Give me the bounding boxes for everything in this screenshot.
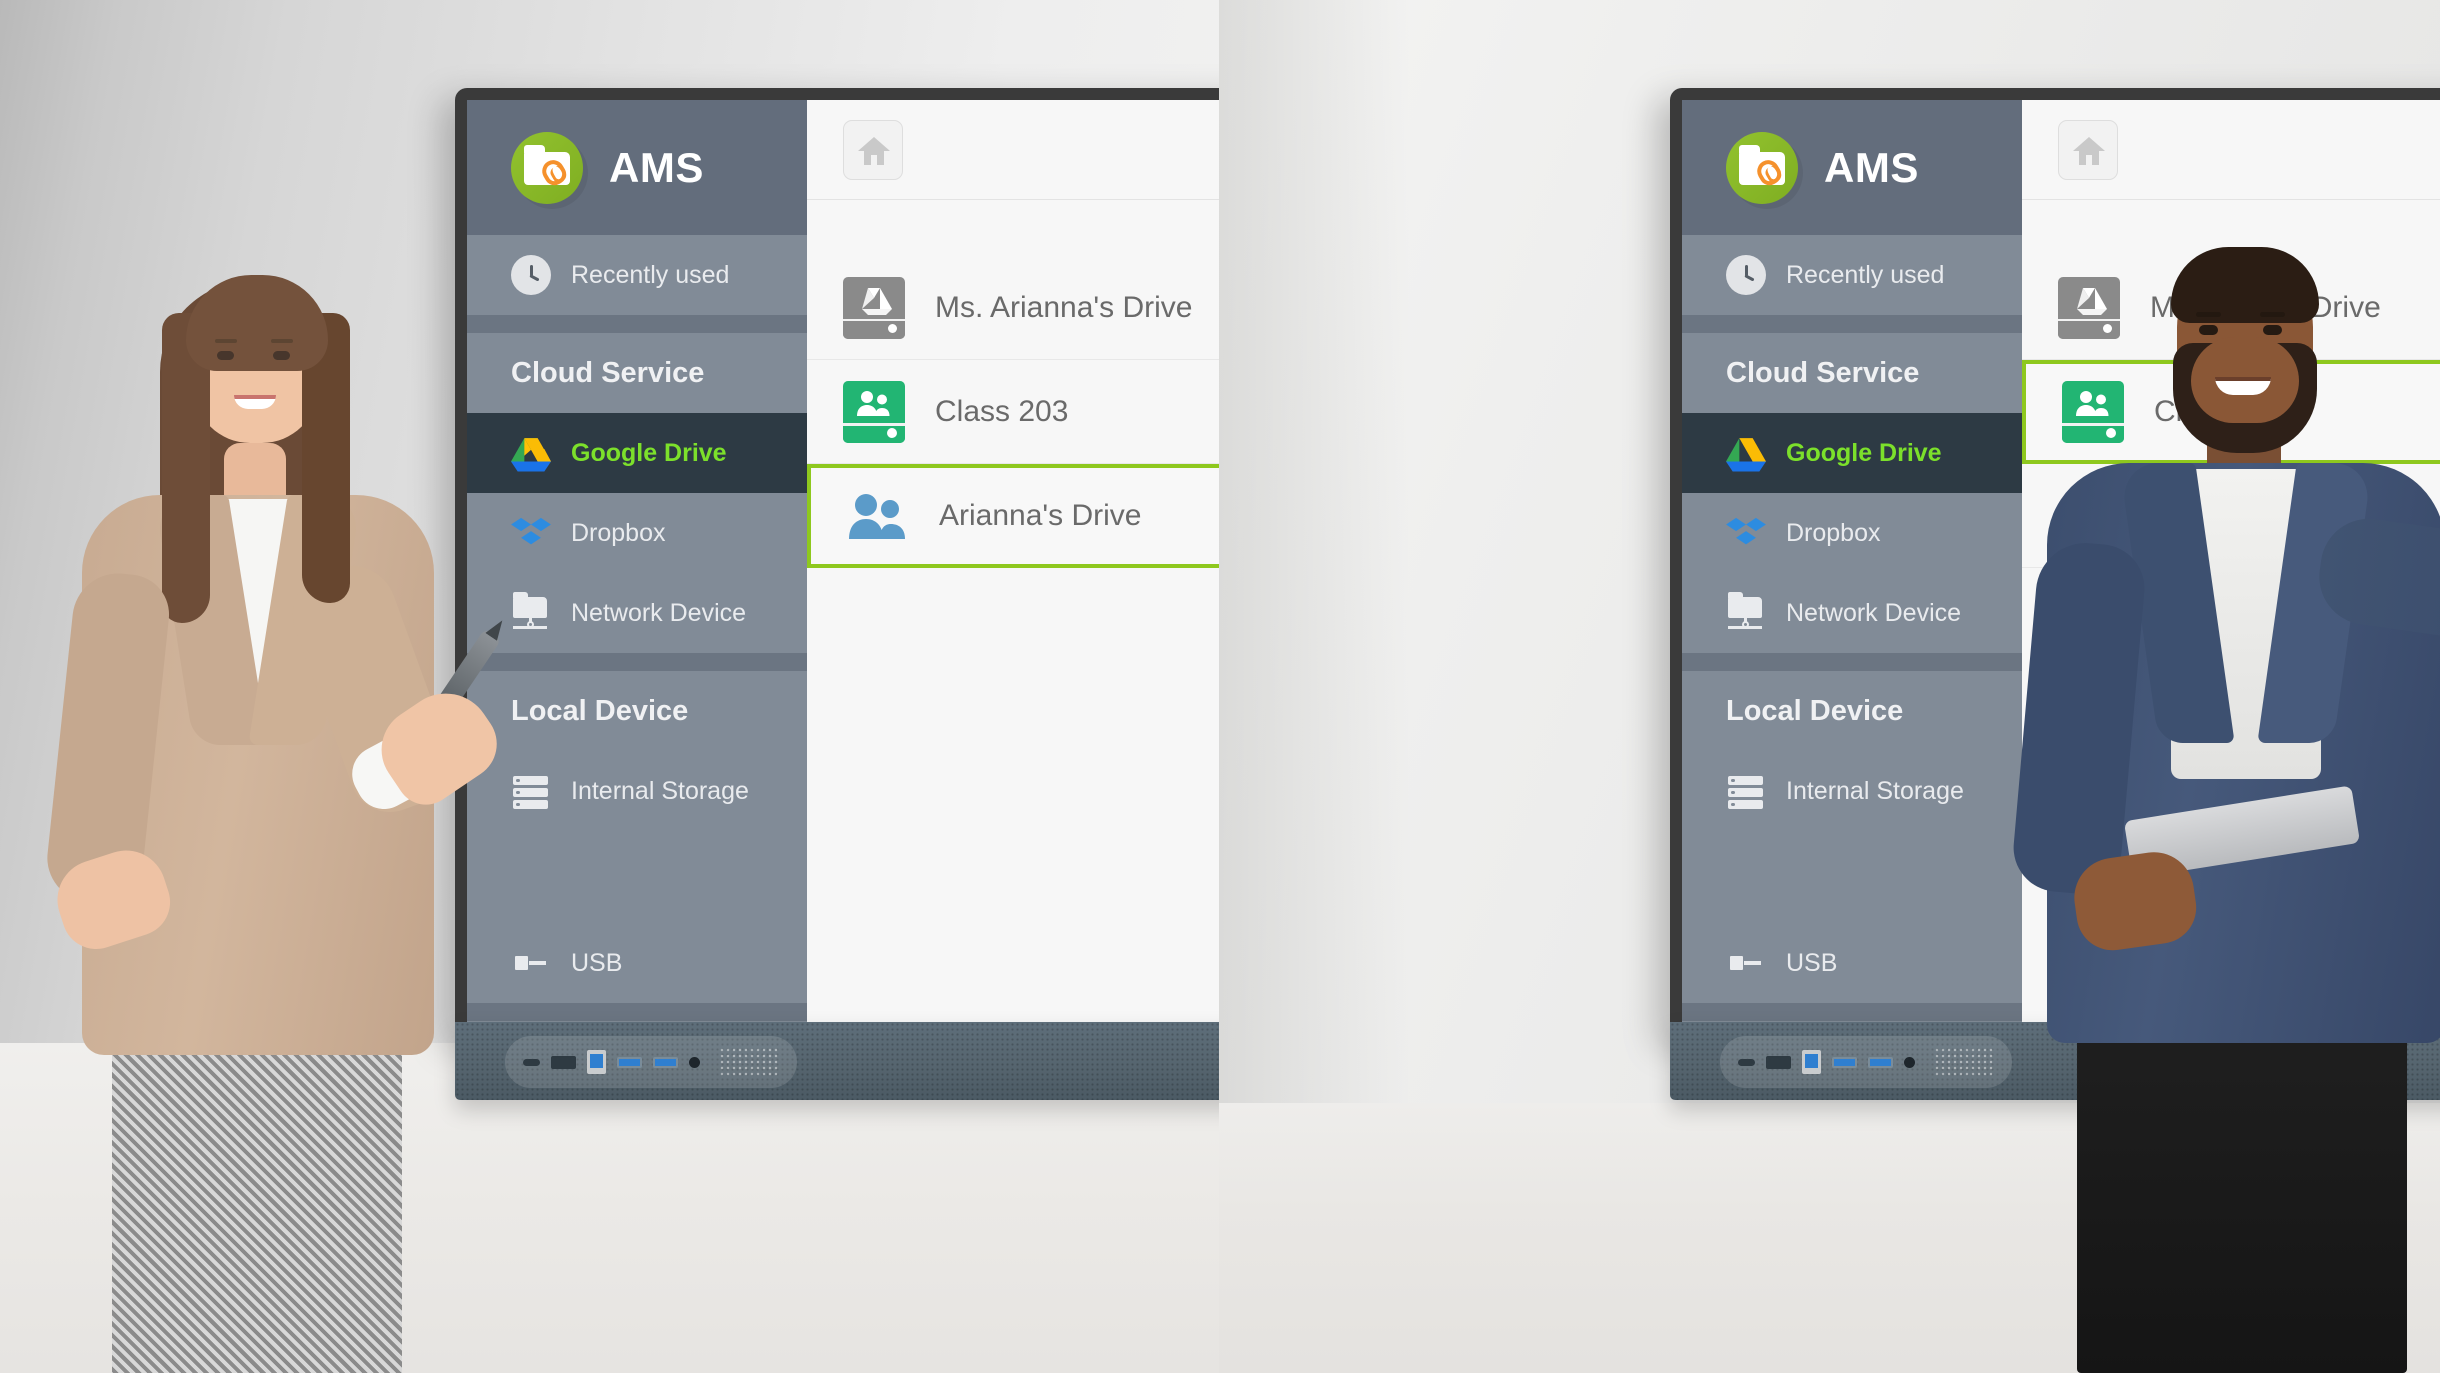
sidebar-item-internal-storage[interactable]: Internal Storage [1682, 751, 2022, 831]
sidebar-divider [467, 1003, 807, 1021]
sidebar-item-label: USB [571, 948, 623, 977]
app-title: AMS [1824, 143, 1919, 191]
drive-disk-icon [843, 276, 905, 339]
app-title: AMS [609, 143, 704, 191]
sidebar-spacer [1682, 831, 2022, 923]
sidebar-item-recently-used[interactable]: Recently used [1682, 235, 2022, 315]
sidebar-item-network-device[interactable]: Network Device [1682, 573, 2022, 653]
sidebar-item-google-drive[interactable]: Google Drive [1682, 413, 2022, 493]
person-man-presenter [2009, 113, 2440, 1373]
sidebar-item-label: USB [1786, 948, 1838, 977]
list-item[interactable]: Ms. Arianna's Drive [807, 256, 1219, 360]
port-panel [505, 1036, 797, 1088]
screen-left: AMS Recently used Cloud Service Google D… [467, 100, 1219, 1026]
hdmi-port-icon [1766, 1055, 1791, 1069]
speaker-port-bar-left [455, 1022, 1219, 1100]
sidebar-group-local-device: Local Device [1682, 671, 2022, 751]
sidebar-item-dropbox[interactable]: Dropbox [1682, 493, 2022, 573]
sidebar-item-label: Network Device [571, 598, 747, 627]
interactive-display-left: AMS Recently used Cloud Service Google D… [455, 88, 1219, 1038]
sidebar-item-label: Dropbox [1786, 518, 1881, 547]
list-item-selected[interactable]: Arianna's Drive [807, 464, 1219, 568]
network-device-icon [1726, 592, 1766, 633]
lan-port-icon [587, 1050, 606, 1074]
sidebar-group-local-device: Local Device [467, 671, 807, 751]
clock-icon [511, 255, 551, 295]
sidebar-item-network-device[interactable]: Network Device [467, 573, 807, 653]
network-device-icon [511, 592, 551, 633]
sidebar-divider [467, 653, 807, 671]
sidebar-divider [1682, 315, 2022, 333]
sidebar-item-label: Dropbox [571, 518, 666, 547]
list-item[interactable]: Class 203 [807, 360, 1219, 464]
scene-left-woman: AMS Recently used Cloud Service Google D… [0, 0, 1219, 1373]
class-group-icon [843, 380, 905, 443]
folder-paperclip-icon [511, 131, 583, 204]
sidebar-left: AMS Recently used Cloud Service Google D… [467, 100, 807, 1026]
app-header-left: AMS [467, 100, 807, 235]
usb-a-port-icon [617, 1056, 642, 1068]
sidebar-group-cloud-service: Cloud Service [467, 333, 807, 413]
dropbox-icon [511, 513, 551, 553]
storage-icon [511, 771, 551, 811]
storage-icon [1726, 771, 1766, 811]
clock-icon [1726, 255, 1766, 295]
scene-right-man: AMS Recently used Cloud Service Google D… [1219, 0, 2440, 1373]
sidebar-item-label: Recently used [1786, 260, 1945, 289]
sidebar-divider [1682, 653, 2022, 671]
sidebar-item-label: Recently used [571, 260, 730, 289]
list-item-label: Ms. Arianna's Drive [935, 290, 1193, 324]
sidebar-item-internal-storage[interactable]: Internal Storage [467, 751, 807, 831]
usb-a-port-icon [1868, 1056, 1893, 1068]
sidebar-spacer [467, 831, 807, 923]
audio-jack-icon [1904, 1056, 1915, 1068]
usb-c-port-icon [1738, 1058, 1755, 1066]
sidebar-item-label: Network Device [1786, 598, 1962, 627]
google-drive-icon [1726, 433, 1766, 473]
sidebar-item-label: Internal Storage [1786, 776, 1964, 805]
home-button[interactable] [843, 119, 903, 180]
list-item-label: Class 203 [935, 394, 1069, 428]
google-drive-icon [511, 433, 551, 473]
microphone-grille-icon [1934, 1047, 1994, 1077]
microphone-grille-icon [719, 1047, 779, 1077]
dropbox-icon [1726, 513, 1766, 553]
audio-jack-icon [689, 1056, 700, 1068]
lan-port-icon [1802, 1050, 1821, 1074]
sidebar-right: AMS Recently used Cloud Service Google D… [1682, 100, 2022, 1026]
folder-paperclip-icon [1726, 131, 1798, 204]
toolbar-left [807, 100, 1219, 200]
port-panel [1720, 1036, 2012, 1088]
sidebar-divider [467, 315, 807, 333]
sidebar-item-dropbox[interactable]: Dropbox [467, 493, 807, 573]
app-header-right: AMS [1682, 100, 2022, 235]
usb-a-port-icon [1832, 1056, 1857, 1068]
sidebar-item-label: Google Drive [1786, 438, 1942, 467]
sidebar-item-usb[interactable]: USB [467, 923, 807, 1003]
usb-a-port-icon [653, 1056, 678, 1068]
content-pane-left: Ms. Arianna's Drive Class 203 Arianna's … [807, 100, 1219, 1026]
sidebar-item-label: Internal Storage [571, 776, 749, 805]
usb-c-port-icon [523, 1058, 540, 1066]
sidebar-group-cloud-service: Cloud Service [1682, 333, 2022, 413]
hdmi-port-icon [551, 1055, 576, 1069]
file-list-left: Ms. Arianna's Drive Class 203 Arianna's … [807, 200, 1219, 1026]
sidebar-item-usb[interactable]: USB [1682, 923, 2022, 1003]
usb-icon [511, 943, 551, 983]
person-woman-presenter [43, 143, 511, 1373]
usb-icon [1726, 943, 1766, 983]
people-icon [847, 485, 909, 547]
sidebar-item-label: Google Drive [571, 438, 727, 467]
sidebar-item-google-drive[interactable]: Google Drive [467, 413, 807, 493]
sidebar-item-recently-used[interactable]: Recently used [467, 235, 807, 315]
sidebar-divider [1682, 1003, 2022, 1021]
list-item-label: Arianna's Drive [939, 499, 1142, 532]
